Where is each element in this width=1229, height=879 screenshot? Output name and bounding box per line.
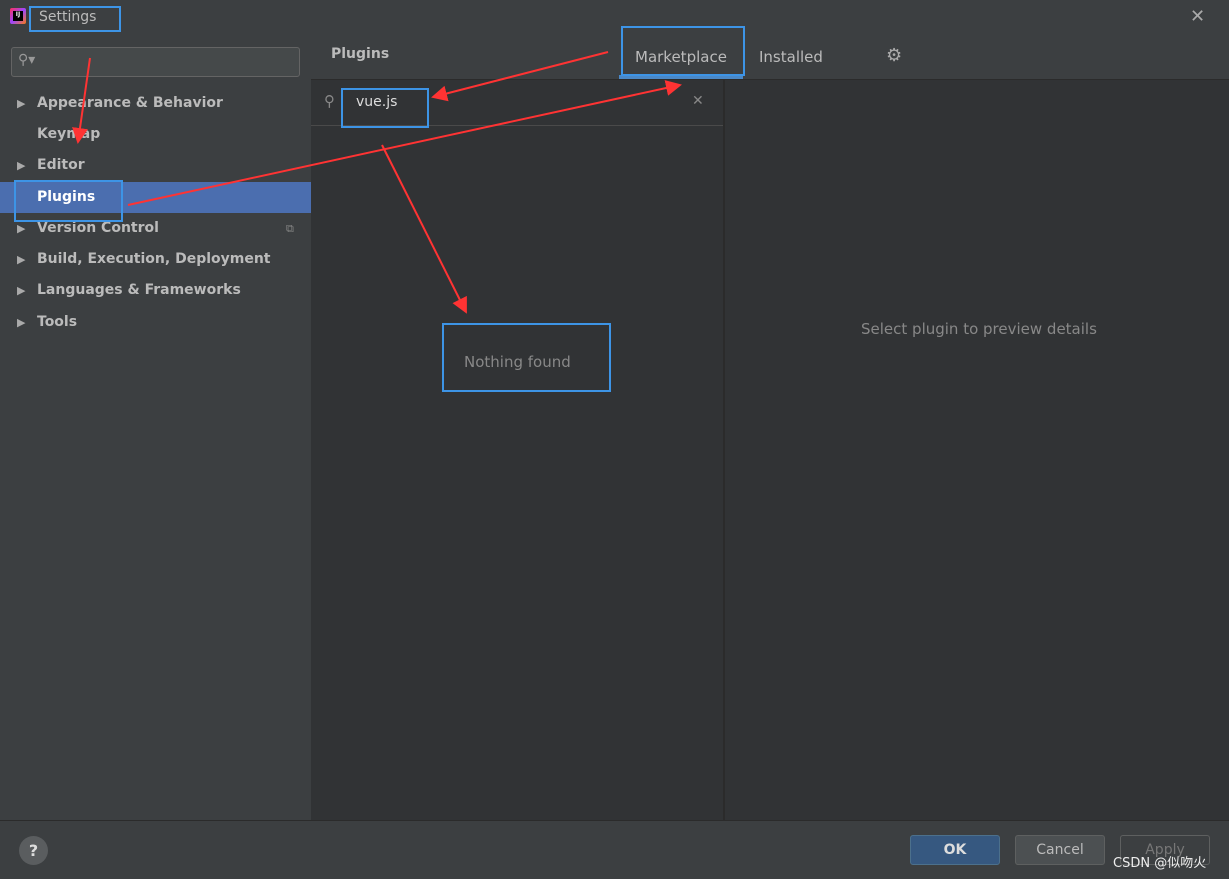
annotation-arrow <box>431 51 609 102</box>
annotation-arrows <box>72 51 682 314</box>
annotation-arrow <box>72 57 91 144</box>
annotation-arrow <box>381 144 467 314</box>
